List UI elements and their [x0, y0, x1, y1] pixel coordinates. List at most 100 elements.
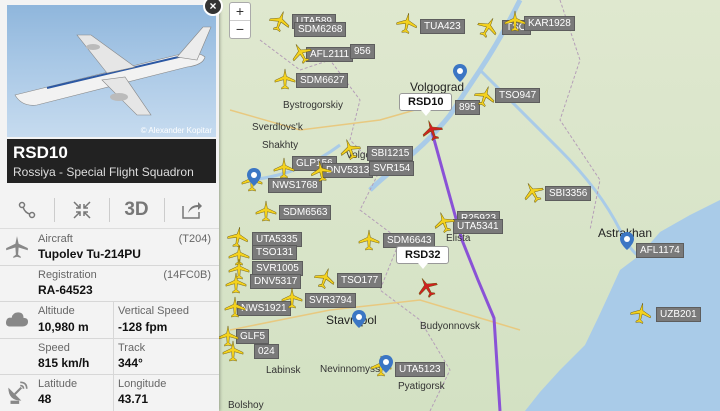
- flight-label[interactable]: SDM6268: [294, 22, 347, 37]
- aircraft-icon[interactable]: [274, 68, 296, 90]
- aircraft-icon[interactable]: [225, 272, 247, 294]
- aircraft-icon[interactable]: [474, 85, 496, 108]
- aircraft-icon[interactable]: [222, 340, 244, 362]
- aircraft-icon[interactable]: [396, 12, 418, 34]
- flight-label[interactable]: SDM6563: [279, 205, 332, 220]
- registration-row: Registration (14FC0B) RA-64523: [0, 265, 219, 302]
- shakhty-pin-icon[interactable]: [247, 168, 261, 186]
- flight-label[interactable]: TUA423: [420, 19, 465, 34]
- operator: Rossiya - Special Flight Squadron: [13, 165, 194, 179]
- city-pyatigorsk: Pyatigorsk: [398, 381, 445, 392]
- aircraft-row: Aircraft (T204) Tupolev Tu-214PU: [0, 229, 219, 266]
- aircraft-photo: © Alexander Kopitar: [7, 5, 216, 137]
- route-button[interactable]: [0, 192, 53, 228]
- flight-label[interactable]: SVR3794: [305, 293, 356, 308]
- flight-label[interactable]: 956: [350, 44, 375, 59]
- photo-credit: © Alexander Kopitar: [140, 126, 212, 135]
- cell-divider: [113, 374, 114, 411]
- flight-label[interactable]: UZB201: [656, 307, 701, 322]
- city-bolshoy: Bolshoy: [228, 400, 264, 411]
- city-labinsk: Labinsk: [266, 365, 301, 376]
- expand-button[interactable]: [55, 192, 108, 228]
- registration-label: Registration: [38, 269, 97, 281]
- altitude-row: Altitude 10,980 m Vertical Speed -128 fp…: [0, 301, 219, 339]
- zoom-control: + −: [229, 2, 251, 39]
- aircraft-icon[interactable]: [281, 287, 303, 309]
- longitude-label: Longitude: [118, 378, 167, 390]
- stavropol-pin-icon[interactable]: [352, 310, 366, 328]
- city-sverdlovsk: Sverdlovs'k: [252, 122, 303, 133]
- volgograd-pin-icon[interactable]: [453, 64, 467, 82]
- flight-label[interactable]: TSO131: [252, 245, 298, 260]
- longitude-value: 43.71: [118, 392, 149, 406]
- flight-label[interactable]: SDM6627: [296, 73, 349, 88]
- aircraft-type-code: (T204): [178, 233, 211, 245]
- aircraft-icon[interactable]: [310, 160, 332, 182]
- city-elista: Elista: [446, 233, 471, 244]
- latitude-value: 48: [38, 392, 52, 406]
- share-icon: [181, 202, 202, 219]
- city-shakhty: Shakhty: [262, 140, 299, 151]
- aircraft-value: Tupolev Tu-214PU: [38, 247, 141, 261]
- aircraft-icon[interactable]: [314, 267, 336, 290]
- flight-label[interactable]: UTA5123: [395, 362, 445, 377]
- flight-label[interactable]: TSO947: [495, 88, 541, 103]
- selected-aircraft-icon[interactable]: [421, 119, 443, 142]
- registration-value: RA-64523: [38, 283, 93, 297]
- vertical-speed-label: Vertical Speed: [118, 305, 189, 317]
- panel-toolbar: 3D: [0, 192, 219, 229]
- city-budyonnovsk: Budyonnovsk: [420, 321, 481, 332]
- aircraft-icon[interactable]: [522, 181, 544, 203]
- aircraft-icon[interactable]: [630, 302, 652, 324]
- altitude-value: 10,980 m: [38, 320, 89, 334]
- flight-label[interactable]: SBI3356: [545, 186, 592, 201]
- aircraft-icon[interactable]: [273, 157, 295, 179]
- aircraft-icon[interactable]: [433, 211, 455, 234]
- route-icon: [18, 201, 35, 219]
- flight-label[interactable]: UTA5341: [453, 219, 503, 234]
- vertical-speed-value: -128 fpm: [118, 320, 168, 334]
- aircraft-icon[interactable]: [504, 10, 526, 32]
- track-value: 344°: [118, 356, 143, 370]
- speed-label: Speed: [38, 342, 70, 354]
- aircraft-icon[interactable]: [255, 200, 277, 222]
- position-row: Latitude 48 Longitude 43.71: [0, 374, 219, 411]
- zoom-out-button[interactable]: −: [230, 20, 250, 38]
- share-button[interactable]: [165, 192, 218, 228]
- flight-label[interactable]: AFL1174: [636, 243, 684, 258]
- 3d-view-button[interactable]: 3D: [110, 192, 163, 228]
- city-bystrogorskiy: Bystrogorskiy: [283, 100, 344, 111]
- satellite-dish-icon: [8, 381, 28, 404]
- flight-header: RSD10 Rossiya - Special Flight Squadron: [7, 139, 216, 183]
- altitude-label: Altitude: [38, 305, 75, 317]
- cell-divider: [113, 338, 114, 374]
- speed-row: Speed 815 km/h Track 344°: [0, 338, 219, 375]
- aircraft-icon[interactable]: [358, 229, 380, 251]
- flight-label[interactable]: SVR154: [369, 161, 415, 176]
- flight-label[interactable]: TSO177: [337, 273, 383, 288]
- flight-info-panel: © Alexander Kopitar × RSD10 Rossiya - Sp…: [0, 0, 223, 411]
- zoom-in-button[interactable]: +: [230, 3, 250, 20]
- pyatigorsk-pin-icon[interactable]: [379, 355, 393, 373]
- aircraft-icon[interactable]: [339, 138, 361, 161]
- callout-rsd32[interactable]: RSD32: [396, 246, 450, 269]
- airplane-icon: [6, 236, 28, 258]
- aircraft-icon[interactable]: [477, 16, 499, 38]
- astrakhan-pin-icon[interactable]: [620, 232, 634, 250]
- aircraft-icon[interactable]: [224, 296, 246, 318]
- aircraft-photo-image: [14, 26, 212, 116]
- aircraft-label: Aircraft: [38, 233, 73, 245]
- latitude-label: Latitude: [38, 378, 78, 390]
- flight-label[interactable]: SBI1215: [367, 146, 414, 161]
- callout-rsd10[interactable]: RSD10: [399, 93, 453, 116]
- registration-hex-code: (14FC0B): [163, 269, 211, 281]
- expand-icon: [72, 201, 91, 219]
- cell-divider: [113, 301, 114, 338]
- track-label: Track: [118, 342, 146, 354]
- aircraft-icon[interactable]: [269, 10, 291, 33]
- cloud-icon: [5, 312, 29, 327]
- aircraft-icon[interactable]: [290, 42, 312, 64]
- selected-aircraft-icon[interactable]: [416, 276, 438, 298]
- flight-label[interactable]: KAR1928: [524, 16, 575, 31]
- flight-label[interactable]: 024: [254, 344, 279, 359]
